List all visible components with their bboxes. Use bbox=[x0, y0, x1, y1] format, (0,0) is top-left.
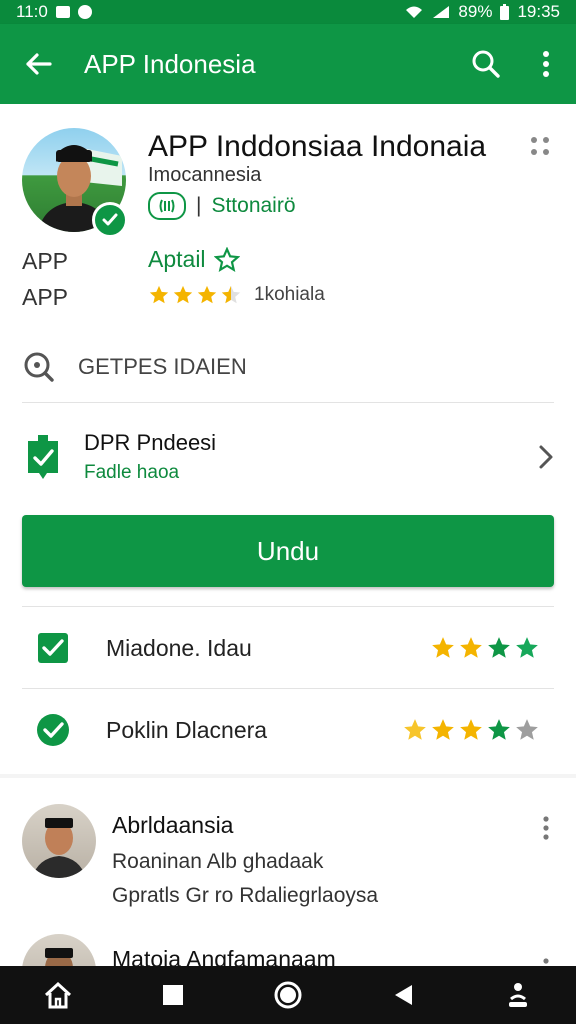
update-subtitle: Fadle haoa bbox=[84, 462, 180, 483]
star-full-icon bbox=[173, 285, 193, 304]
divider bbox=[22, 402, 554, 403]
developer-link[interactable]: | Sttonairö bbox=[148, 192, 296, 220]
nav-accessibility-button[interactable] bbox=[488, 966, 548, 1024]
star-full-icon bbox=[149, 285, 169, 304]
category-link[interactable]: Aptail bbox=[148, 246, 240, 273]
app-subtitle: Imocannesia bbox=[148, 164, 262, 186]
back-triangle-icon bbox=[395, 985, 413, 1005]
back-arrow-icon bbox=[26, 53, 52, 75]
wifi-icon bbox=[406, 6, 423, 18]
status-bar: 11:0 89% 19:35 bbox=[0, 0, 576, 24]
verified-badge-icon bbox=[92, 202, 128, 238]
search-button[interactable] bbox=[456, 24, 516, 104]
person-avatar-icon bbox=[32, 818, 86, 878]
search-inside-label: GETPES IDAIEN bbox=[78, 354, 247, 379]
battery-level: 89% bbox=[458, 2, 493, 21]
star-green-icon bbox=[516, 637, 538, 658]
check-stars-1 bbox=[430, 635, 540, 661]
star-gold-icon bbox=[460, 637, 482, 658]
signal-icon bbox=[433, 6, 450, 18]
notification-icon bbox=[55, 6, 70, 18]
star-gold-icon bbox=[404, 719, 426, 740]
review-line-1: Roaninan Alb ghadaak bbox=[112, 850, 324, 873]
star-green-icon bbox=[488, 637, 510, 658]
overflow-menu-button[interactable] bbox=[516, 24, 576, 104]
meta-label-1: APP bbox=[22, 248, 69, 274]
home-circle-icon bbox=[274, 981, 302, 1009]
developer-logo-icon bbox=[148, 192, 186, 220]
star-gray-icon bbox=[516, 719, 538, 740]
card-options-button[interactable] bbox=[530, 136, 550, 156]
grid-dots-icon bbox=[531, 137, 549, 155]
review-line-2: Gpratls Gr ro Rdaliegrlaoysa bbox=[112, 884, 379, 907]
more-vert-icon bbox=[543, 51, 549, 77]
nav-home-button[interactable] bbox=[258, 966, 318, 1024]
reviewer-avatar bbox=[22, 804, 96, 878]
rating-count: 1kohiala bbox=[254, 284, 325, 305]
update-shield-icon bbox=[28, 435, 58, 479]
update-title: DPR Pndeesi bbox=[84, 430, 217, 455]
check-label-1: Miadone. Idau bbox=[106, 634, 252, 661]
app-bar-title: APP Indonesia bbox=[84, 48, 256, 79]
more-vert-icon bbox=[543, 816, 549, 840]
person-avatar-icon bbox=[45, 948, 73, 968]
reviewer-name: Matoia Angfamanaam bbox=[112, 946, 336, 968]
star-gold-icon bbox=[432, 719, 454, 740]
search-inside-row[interactable]: GETPES IDAIEN bbox=[22, 350, 247, 384]
update-row[interactable]: DPR Pndeesi Fadle haoa bbox=[22, 424, 554, 490]
check-row-1[interactable]: Miadone. Idau bbox=[22, 608, 554, 688]
app-detail-card: APP Inddonsiaa Indonaia Imocannesia | St… bbox=[0, 104, 576, 774]
recents-square-icon bbox=[162, 985, 183, 1005]
check-label-2: Poklin Dlacnera bbox=[106, 716, 268, 743]
nav-app-button[interactable] bbox=[28, 966, 88, 1024]
home-app-icon bbox=[44, 981, 71, 1009]
app-bar: APP Indonesia bbox=[0, 24, 576, 104]
star-gold-icon bbox=[460, 719, 482, 740]
check-stars-2 bbox=[402, 717, 540, 743]
check-row-2[interactable]: Poklin Dlacnera bbox=[22, 690, 554, 770]
back-button[interactable] bbox=[8, 24, 68, 104]
meta-label-2: APP bbox=[22, 284, 69, 310]
app-avatar bbox=[22, 128, 128, 238]
nav-recents-button[interactable] bbox=[143, 966, 203, 1024]
reviews-section: Abrldaansia Roaninan Alb ghadaak Gpratls… bbox=[0, 778, 576, 968]
rating-stars bbox=[148, 284, 242, 306]
divider bbox=[22, 606, 554, 607]
star-gold-icon bbox=[432, 637, 454, 658]
developer-separator-icon: | bbox=[196, 194, 202, 217]
star-full-icon bbox=[197, 285, 217, 304]
install-button[interactable]: Undu bbox=[22, 515, 554, 587]
star-green-icon bbox=[488, 719, 510, 740]
divider bbox=[22, 688, 554, 689]
system-nav-bar bbox=[0, 966, 576, 1024]
accessibility-icon bbox=[509, 983, 528, 1007]
checkbox-checked-icon[interactable] bbox=[36, 631, 70, 665]
app-rating: 1kohiala bbox=[148, 284, 325, 306]
search-icon bbox=[472, 50, 500, 78]
chevron-right-icon bbox=[539, 445, 553, 469]
status-time-right: 19:35 bbox=[517, 2, 560, 21]
star-half-icon bbox=[221, 285, 241, 304]
review-options-button[interactable] bbox=[542, 816, 550, 840]
status-time-left: 11:0 bbox=[16, 2, 48, 21]
category-label: Aptail bbox=[148, 246, 206, 272]
battery-icon bbox=[500, 4, 510, 20]
check-circle-icon[interactable] bbox=[36, 713, 70, 747]
app-name: APP Inddonsiaa Indonaia bbox=[148, 130, 487, 163]
reviewer-name: Abrldaansia bbox=[112, 812, 234, 838]
search-inside-icon bbox=[24, 352, 54, 382]
wishlist-star-icon[interactable] bbox=[213, 246, 240, 273]
notification-dot-icon bbox=[77, 5, 92, 19]
nav-back-button[interactable] bbox=[373, 966, 433, 1024]
reviewer-avatar bbox=[22, 934, 96, 968]
developer-name: Sttonairö bbox=[211, 194, 296, 217]
